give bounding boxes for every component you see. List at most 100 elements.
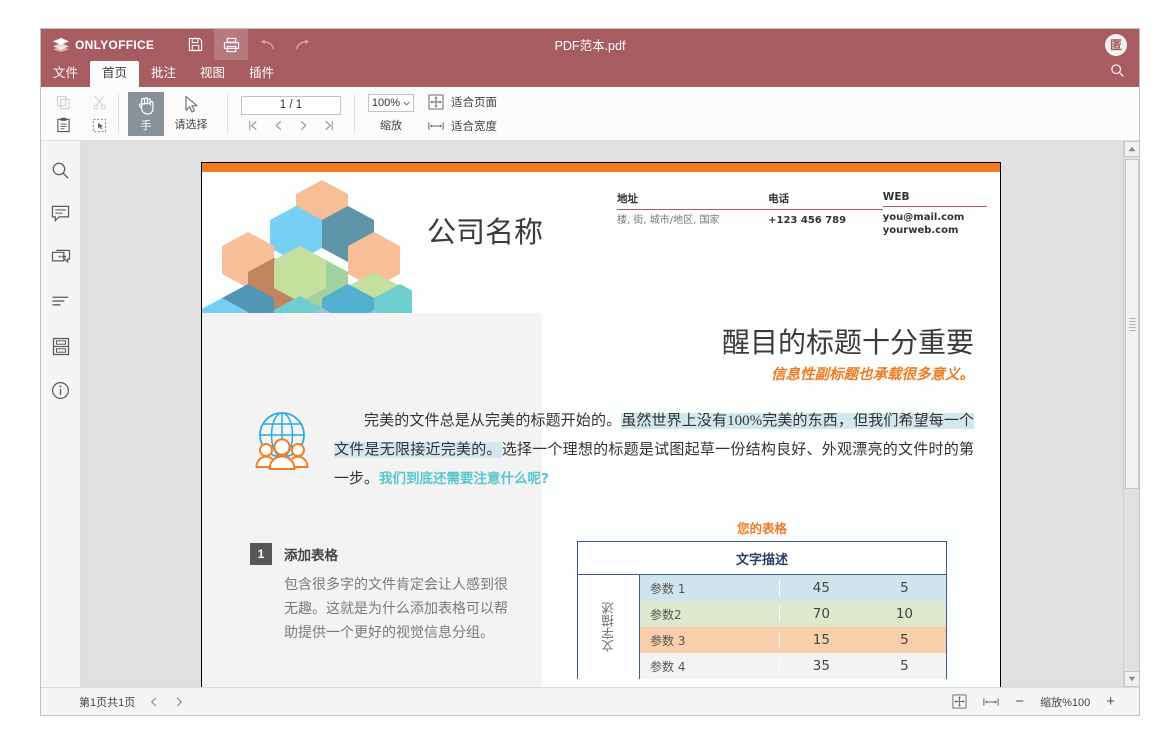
fit-page-label: 适合页面 — [451, 96, 497, 109]
redo-button[interactable] — [286, 29, 320, 60]
headings-icon — [52, 296, 69, 306]
sidebar-item-chat[interactable] — [48, 245, 74, 271]
avatar[interactable]: 匿 — [1105, 33, 1127, 56]
paste-icon — [56, 117, 70, 133]
table-row: 参数2 70 10 — [640, 601, 946, 627]
titlebar-right: 匿 — [1105, 33, 1127, 56]
table-cell-name: 参数2 — [650, 607, 682, 622]
sidebar-item-info[interactable] — [48, 377, 74, 403]
tab-home[interactable]: 首页 — [90, 61, 140, 87]
select-all-icon — [92, 118, 106, 132]
hand-tool-button[interactable]: 手 — [128, 91, 164, 136]
table-cell-v2: 10 — [895, 606, 914, 622]
scroll-down-button[interactable] — [1124, 671, 1139, 687]
redo-icon — [296, 38, 310, 49]
company-name: 公司名称 — [427, 217, 544, 249]
status-next-page-button[interactable] — [173, 696, 185, 708]
prev-page-button[interactable] — [272, 119, 285, 132]
search-icon — [1111, 64, 1124, 77]
contact-table: 地址 楼, 街, 城市/地区, 国家 电话 +123 456 789 WEB y… — [617, 191, 987, 237]
fit-group: 适合页面 适合宽度 — [428, 94, 497, 134]
page-accent-bar — [202, 163, 1000, 172]
fit-width-icon — [983, 697, 999, 706]
table-cell-v1: 70 — [778, 606, 863, 622]
tab-comments[interactable]: 批注 — [139, 61, 188, 87]
table-cell-v1: 15 — [778, 632, 863, 648]
contact-address: 地址 楼, 街, 城市/地区, 国家 — [617, 191, 769, 237]
zoom-select[interactable]: 100% — [368, 94, 414, 112]
paste-button[interactable] — [53, 115, 73, 135]
tab-view[interactable]: 视图 — [188, 61, 237, 87]
quick-access-tools — [178, 29, 320, 60]
zoom-in-button[interactable]: + — [1106, 694, 1115, 709]
sidebar-item-search[interactable] — [48, 157, 74, 183]
first-page-button[interactable] — [247, 119, 260, 132]
numbered-item-badge: 1 — [250, 543, 272, 565]
document-viewport[interactable]: 公司名称 地址 楼, 街, 城市/地区, 国家 电话 +123 456 789 … — [81, 141, 1139, 687]
tab-plugins[interactable]: 插件 — [237, 61, 286, 87]
next-page-button[interactable] — [297, 119, 310, 132]
select-all-button[interactable] — [89, 115, 109, 135]
status-fit-page-button[interactable] — [952, 694, 967, 709]
document-subheadline: 信息性副标题也承载很多意义。 — [771, 367, 974, 383]
data-table: 文字描述 文字描述 参数 1 45 5 参数2 70 10 参数 3 15 5 … — [577, 541, 947, 679]
undo-button[interactable] — [250, 29, 284, 60]
last-page-icon — [325, 120, 333, 130]
chat-icon — [51, 249, 70, 264]
onlyoffice-logo-icon — [53, 37, 69, 52]
table-row: 参数 4 35 5 — [640, 653, 946, 679]
last-page-button[interactable] — [322, 119, 335, 132]
numbered-item-head: 1 添加表格 — [250, 543, 512, 565]
vertical-scrollbar[interactable] — [1123, 141, 1139, 687]
status-bar: 第1页共1页 − 缩放%100 + — [41, 687, 1139, 715]
contact-value-web: you@mail.com yourweb.com — [883, 207, 987, 237]
tab-file[interactable]: 文件 — [41, 61, 90, 87]
title-bar: ONLYOFFICE PDF范本.pdf 匿 — [41, 29, 1139, 60]
zoom-group: 100% 缩放 — [368, 94, 414, 133]
contact-header-web: WEB — [882, 191, 987, 207]
print-icon — [223, 37, 239, 52]
table-cell-v1: 35 — [778, 658, 863, 674]
mode-group: 手 请选择 — [128, 87, 218, 140]
left-sidebar — [41, 141, 81, 687]
page-nav-buttons — [247, 119, 335, 132]
paragraph-teal-question: 我们到底还需要注意什么呢? — [379, 471, 549, 487]
fit-width-button[interactable]: 适合宽度 — [428, 118, 497, 134]
scroll-up-button[interactable] — [1124, 141, 1139, 157]
sidebar-item-comments[interactable] — [48, 201, 74, 227]
scrollbar-grip — [1128, 316, 1136, 333]
save-button[interactable] — [178, 29, 212, 60]
save-icon — [188, 37, 202, 52]
select-tool-label: 请选择 — [174, 119, 208, 131]
contact-web: WEB you@mail.com yourweb.com — [882, 191, 987, 237]
print-button[interactable] — [214, 29, 249, 60]
brand-label: ONLYOFFICE — [75, 37, 155, 52]
status-fit-width-button[interactable] — [983, 696, 999, 708]
table-title: 您的表格 — [736, 521, 787, 536]
contact-header-address: 地址 — [617, 191, 769, 210]
numbered-item-1: 1 添加表格 包含很多字的文件肯定会让人感到很无趣。这就是为什么添加表格可以帮助… — [250, 543, 512, 646]
sidebar-item-headings[interactable] — [48, 289, 74, 315]
clipboard-group — [53, 92, 109, 135]
page-number-input[interactable]: 1 / 1 — [241, 95, 341, 115]
table-cell-name: 参数 1 — [650, 581, 686, 596]
tabbar-search-button[interactable] — [1110, 63, 1125, 83]
ribbon-toolbar: 手 请选择 1 / 1 100% 缩放 适合页面 适合宽度 — [41, 87, 1139, 141]
page-nav-group: 1 / 1 — [241, 95, 341, 132]
contact-url: yourweb.com — [882, 225, 959, 236]
table-main: 文字描述 参数 1 45 5 参数2 70 10 参数 3 15 5 参数 4 … — [578, 575, 946, 679]
ribbon-separator-3 — [354, 93, 355, 134]
sidebar-item-thumbnails[interactable] — [48, 333, 74, 359]
scrollbar-thumb[interactable] — [1125, 159, 1139, 489]
fit-page-button[interactable]: 适合页面 — [428, 94, 497, 110]
ribbon-separator-1 — [118, 93, 119, 134]
select-tool-button[interactable]: 请选择 — [164, 92, 218, 136]
numbered-item-body: 包含很多字的文件肯定会让人感到很无趣。这就是为什么添加表格可以帮助提供一个更好的… — [284, 578, 508, 641]
cut-button[interactable] — [89, 92, 109, 112]
status-prev-page-button[interactable] — [148, 696, 160, 708]
app-logo: ONLYOFFICE — [53, 37, 155, 52]
copy-button[interactable] — [53, 92, 73, 112]
thumbnails-icon — [52, 337, 69, 355]
chevron-right-icon — [300, 120, 307, 130]
zoom-out-button[interactable]: − — [1015, 694, 1024, 709]
